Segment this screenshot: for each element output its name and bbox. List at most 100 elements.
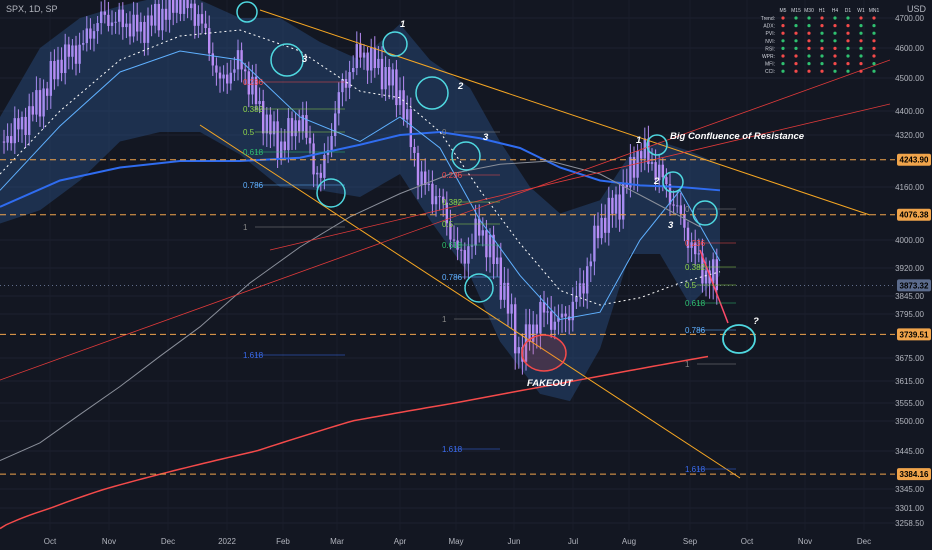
- candle-body: [614, 194, 618, 214]
- candle-body: [64, 44, 67, 74]
- indicator-dot: [820, 16, 824, 20]
- candle-body: [496, 257, 499, 265]
- candle-body: [92, 31, 96, 39]
- price-tag-label: 3384.16: [900, 470, 929, 479]
- candle-body: [114, 21, 117, 23]
- candle-body: [182, 0, 186, 14]
- y-tick-label: 3445.00: [895, 447, 924, 456]
- candle-body: [215, 65, 218, 73]
- currency-label: USD: [906, 4, 926, 14]
- wave-label: 2: [653, 176, 660, 187]
- candle-body: [384, 67, 387, 90]
- fakeout-label: FAKEOUT: [527, 378, 574, 389]
- indicator-dot: [807, 24, 811, 28]
- indicator-dot: [859, 62, 863, 66]
- candle-body: [46, 88, 49, 96]
- candle-body: [650, 162, 654, 164]
- indicator-dot: [872, 69, 876, 73]
- x-tick-label: Sep: [683, 537, 698, 546]
- x-tick-label: Jul: [568, 537, 578, 546]
- y-tick-label: 3301.00: [895, 504, 924, 513]
- candle-body: [121, 9, 124, 28]
- candle-body: [60, 59, 63, 74]
- candle-body: [510, 304, 513, 314]
- candle-body: [420, 171, 423, 186]
- x-axis: Oct Nov Dec 2022 Feb Mar Apr May Jun Jul Aug Sep Oct…: [44, 537, 871, 546]
- x-tick-label: Oct: [741, 537, 754, 546]
- candle-body: [553, 321, 556, 330]
- indicator-dot: [807, 69, 811, 73]
- y-tick-label: 4400.00: [895, 107, 924, 116]
- fakeout-circle: [521, 334, 567, 372]
- price-tag-label: 3873.32: [900, 281, 929, 290]
- x-tick-label: Nov: [798, 537, 812, 546]
- candle-body: [28, 106, 31, 135]
- indicator-dot: [781, 69, 785, 73]
- candle-body: [305, 115, 308, 138]
- candle-body: [697, 253, 700, 255]
- candle-body: [10, 136, 13, 144]
- candle-body: [175, 0, 178, 13]
- indicator-dot: [820, 46, 824, 51]
- indicator-dot: [846, 24, 850, 28]
- indicator-dot: [820, 39, 824, 43]
- fib-right: 1: [685, 360, 690, 369]
- candle-body: [146, 15, 150, 43]
- fib-mid: 0.382: [442, 198, 463, 207]
- indicator-dot: [794, 16, 798, 20]
- candle-body: [611, 197, 614, 214]
- fib-right: 1.618: [685, 465, 706, 474]
- indicator-row-label: CCI:: [765, 69, 775, 75]
- candle-body: [85, 28, 88, 44]
- candle-body: [377, 58, 380, 69]
- candle-body: [373, 47, 376, 69]
- candle-body: [575, 296, 578, 302]
- candle-body: [218, 72, 222, 79]
- candle-body: [283, 141, 286, 151]
- candle-body: [244, 69, 247, 72]
- x-tick-label: Jun: [508, 537, 521, 546]
- candle-body: [485, 230, 488, 258]
- indicator-dot: [820, 31, 824, 35]
- price-chart[interactable]: 0.236 0.382 0.5 0.618 0.786 1 1.618 0 0.236 0.382…: [0, 0, 932, 550]
- indicator-dot: [781, 62, 785, 66]
- indicator-dot: [872, 54, 876, 58]
- candle-body: [636, 151, 639, 178]
- candle-body: [427, 183, 430, 186]
- candle-body: [539, 301, 542, 334]
- indicator-dot: [846, 39, 850, 43]
- candle-body: [712, 259, 715, 284]
- candle-body: [42, 88, 45, 117]
- indicator-dot: [872, 46, 876, 51]
- x-tick-label: Dec: [857, 537, 871, 546]
- y-tick-label: 3258.50: [895, 519, 924, 528]
- indicator-col-header: M15: [791, 8, 801, 14]
- candle-body: [6, 136, 9, 143]
- indicator-row-label: Trend:: [761, 16, 775, 22]
- candle-body: [208, 28, 211, 54]
- indicator-col-header: D1: [845, 8, 852, 14]
- indicator-dot: [820, 24, 824, 28]
- indicator-dot: [794, 31, 798, 35]
- candle-body: [128, 23, 132, 37]
- candle-body: [589, 261, 592, 267]
- indicator-dot: [794, 46, 798, 51]
- candle-body: [506, 282, 510, 314]
- indicator-dot: [820, 54, 824, 58]
- candle-body: [280, 141, 283, 159]
- candle-body: [618, 194, 621, 220]
- indicator-dot: [859, 31, 863, 35]
- indicator-dot: [807, 31, 811, 35]
- indicator-dot: [833, 39, 837, 43]
- candle-body: [474, 218, 477, 246]
- indicator-dot: [820, 62, 824, 66]
- candle-body: [118, 9, 121, 22]
- indicator-dot: [859, 46, 863, 51]
- indicator-row-label: RSI:: [765, 46, 775, 52]
- candle-body: [593, 225, 596, 262]
- fib-mid: 0: [442, 128, 447, 137]
- candle-body: [337, 92, 340, 114]
- candle-body: [359, 44, 362, 58]
- candle-body: [13, 118, 16, 144]
- candle-body: [186, 0, 189, 9]
